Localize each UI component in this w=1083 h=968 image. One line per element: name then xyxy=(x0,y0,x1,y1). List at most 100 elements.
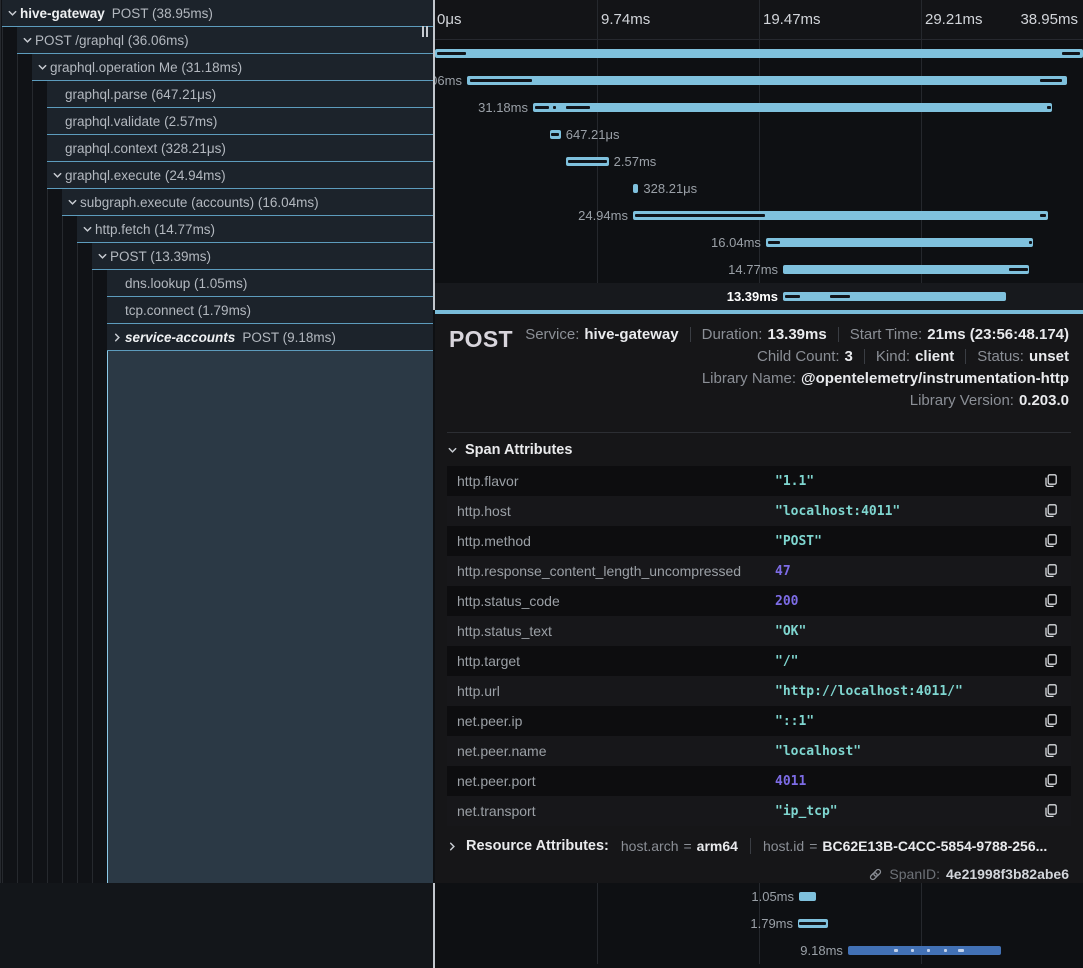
chevron-down-icon[interactable] xyxy=(4,8,20,19)
span-row-content[interactable]: tcp.connect (1.79ms) xyxy=(107,297,433,324)
meta-label: Library Version: xyxy=(910,392,1014,409)
timeline-row[interactable]: 1.79ms xyxy=(435,910,1083,937)
copy-icon[interactable] xyxy=(1043,533,1059,549)
span-row[interactable]: POST /graphql (36.06ms) xyxy=(0,27,433,54)
meta-label: Start Time: xyxy=(850,326,923,343)
span-row[interactable]: graphql.context (328.21μs) xyxy=(0,135,433,162)
copy-icon[interactable] xyxy=(1043,773,1059,789)
link-icon[interactable] xyxy=(868,867,883,882)
span-attribute-row: http.method "POST" xyxy=(447,526,1071,556)
span-row[interactable]: dns.lookup (1.05ms) xyxy=(0,270,433,297)
span-bar[interactable] xyxy=(783,292,1006,301)
timeline-row[interactable]: 9.18ms xyxy=(435,937,1083,964)
span-row-content[interactable]: graphql.validate (2.57ms) xyxy=(47,108,433,135)
span-row-content[interactable]: subgraph.execute (accounts) (16.04ms) xyxy=(62,189,433,216)
chevron-down-icon[interactable] xyxy=(19,35,35,46)
span-bar[interactable] xyxy=(798,919,828,928)
span-bar-child-marker xyxy=(470,79,532,82)
copy-icon[interactable] xyxy=(1043,593,1059,609)
chevron-down-icon[interactable] xyxy=(64,197,80,208)
chevron-right-icon[interactable] xyxy=(109,332,125,343)
timeline-row[interactable]: 1.05ms xyxy=(435,883,1083,910)
span-attributes-header[interactable]: Span Attributes xyxy=(447,442,572,458)
attribute-key: net.peer.name xyxy=(457,743,547,759)
span-row-content[interactable]: hive-gatewayPOST (38.95ms) xyxy=(2,0,433,27)
copy-icon[interactable] xyxy=(1043,713,1059,729)
span-row[interactable]: graphql.parse (647.21μs) xyxy=(0,81,433,108)
span-row-content[interactable]: POST (13.39ms) xyxy=(92,243,433,270)
meta-label: Service: xyxy=(525,326,579,343)
panel-resize-handle[interactable] xyxy=(420,26,430,38)
copy-icon[interactable] xyxy=(1043,623,1059,639)
span-row[interactable]: service-accountsPOST (9.18ms) xyxy=(0,324,433,351)
span-attribute-row: http.url "http://localhost:4011/" xyxy=(447,676,1071,706)
copy-icon[interactable] xyxy=(1043,563,1059,579)
chevron-right-icon xyxy=(447,841,458,852)
span-bar[interactable] xyxy=(550,130,561,139)
span-bar[interactable] xyxy=(533,103,1052,112)
chevron-down-icon[interactable] xyxy=(49,170,65,181)
meta-label: Kind: xyxy=(876,348,910,365)
span-row-content[interactable]: dns.lookup (1.05ms) xyxy=(107,270,433,297)
span-row[interactable]: graphql.execute (24.94ms) xyxy=(0,162,433,189)
span-row-content[interactable]: graphql.execute (24.94ms) xyxy=(47,162,433,189)
timeline-row[interactable]: 13.39ms xyxy=(435,283,1083,310)
copy-icon[interactable] xyxy=(1043,473,1059,489)
ruler-tick-label: 0μs xyxy=(437,0,462,40)
span-row-content[interactable]: http.fetch (14.77ms) xyxy=(77,216,433,243)
timeline-row[interactable]: 2.57ms xyxy=(435,148,1083,175)
span-row[interactable]: POST (13.39ms) xyxy=(0,243,433,270)
span-bar[interactable] xyxy=(435,49,1083,58)
timeline-bars-bottom: 1.05ms1.79ms9.18ms xyxy=(435,883,1083,964)
chevron-down-icon[interactable] xyxy=(34,62,50,73)
detail-meta-item: Status:unset xyxy=(977,348,1069,365)
copy-icon[interactable] xyxy=(1043,803,1059,819)
copy-icon[interactable] xyxy=(1043,653,1059,669)
timeline-row[interactable]: 36.06ms xyxy=(435,67,1083,94)
chevron-down-icon[interactable] xyxy=(79,224,95,235)
panel-divider[interactable] xyxy=(433,883,435,968)
resource-attributes-pairs: host.arch=arm64host.id=BC62E13B-C4CC-585… xyxy=(621,838,1047,854)
span-row[interactable]: tcp.connect (1.79ms) xyxy=(0,297,433,324)
timeline-row[interactable]: 31.18ms xyxy=(435,94,1083,121)
span-bar[interactable] xyxy=(633,184,638,193)
indent-guides xyxy=(0,189,62,216)
timeline-row[interactable]: 647.21μs xyxy=(435,121,1083,148)
attribute-value: "localhost:4011" xyxy=(775,504,900,519)
resource-attributes-row[interactable]: Resource Attributes: host.arch=arm64host… xyxy=(447,838,1047,854)
span-bar[interactable] xyxy=(566,157,609,166)
timeline-row[interactable]: 14.77ms xyxy=(435,256,1083,283)
span-row[interactable]: http.fetch (14.77ms) xyxy=(0,216,433,243)
span-row-content[interactable]: service-accountsPOST (9.18ms) xyxy=(107,324,433,351)
span-row-content[interactable]: POST /graphql (36.06ms) xyxy=(17,27,433,54)
copy-icon[interactable] xyxy=(1043,743,1059,759)
copy-icon[interactable] xyxy=(1043,503,1059,519)
span-row-content[interactable]: graphql.operation Me (31.18ms) xyxy=(32,54,433,81)
timeline-row[interactable]: 24.94ms xyxy=(435,202,1083,229)
span-bar-child-marker xyxy=(566,106,590,109)
span-operation-label: POST (9.18ms) xyxy=(242,330,336,345)
span-bar[interactable] xyxy=(848,946,1001,955)
span-row-content[interactable]: graphql.context (328.21μs) xyxy=(47,135,433,162)
span-bar[interactable] xyxy=(467,76,1067,85)
panel-divider[interactable] xyxy=(433,0,435,310)
indent-guides xyxy=(0,108,47,135)
span-tree-panel: Service & Operation hive-gatewayPOST (38… xyxy=(0,0,433,968)
span-duration-label: 328.21μs xyxy=(643,175,697,202)
timeline-row[interactable]: 38.95ms xyxy=(435,40,1083,67)
span-bar-child-marker xyxy=(944,949,947,952)
span-row[interactable]: hive-gatewayPOST (38.95ms) xyxy=(0,0,433,27)
span-bar[interactable] xyxy=(766,238,1033,247)
timeline-row[interactable]: 328.21μs xyxy=(435,175,1083,202)
span-bar[interactable] xyxy=(783,265,1029,274)
span-row[interactable]: graphql.validate (2.57ms) xyxy=(0,108,433,135)
span-bar[interactable] xyxy=(633,211,1048,220)
timeline-row[interactable]: 16.04ms xyxy=(435,229,1083,256)
chevron-down-icon[interactable] xyxy=(94,251,110,262)
span-row-content[interactable]: graphql.parse (647.21μs) xyxy=(47,81,433,108)
span-bar[interactable] xyxy=(799,892,816,901)
copy-icon[interactable] xyxy=(1043,683,1059,699)
span-row[interactable]: subgraph.execute (accounts) (16.04ms) xyxy=(0,189,433,216)
span-row[interactable]: graphql.operation Me (31.18ms) xyxy=(0,54,433,81)
attribute-value: "/" xyxy=(775,654,798,669)
